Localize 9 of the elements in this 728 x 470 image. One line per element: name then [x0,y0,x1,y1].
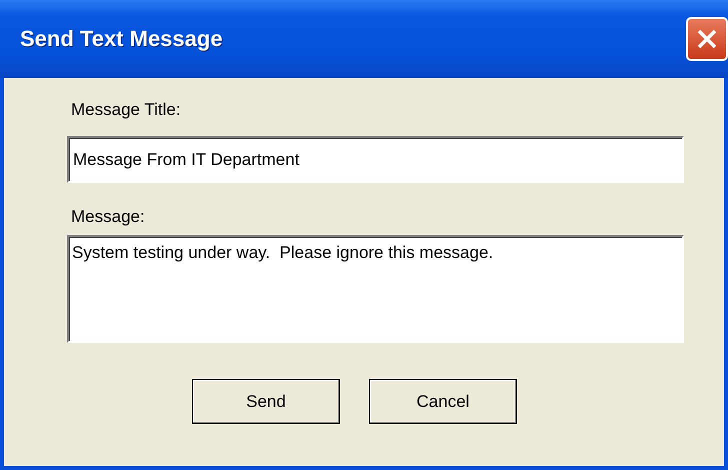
message-field[interactable]: System testing under way. Please ignore this message. [67,235,684,343]
field-label: Message: [71,207,146,227]
close-icon [695,27,719,51]
send-button[interactable]: Send [192,379,340,424]
close-button[interactable] [686,17,728,61]
window-title: Send Text Message [20,26,223,52]
cancel-button[interactable]: Cancel [369,379,517,424]
field-label: Message Title: [71,100,182,120]
title-field[interactable]: Message From IT Department [67,136,684,183]
